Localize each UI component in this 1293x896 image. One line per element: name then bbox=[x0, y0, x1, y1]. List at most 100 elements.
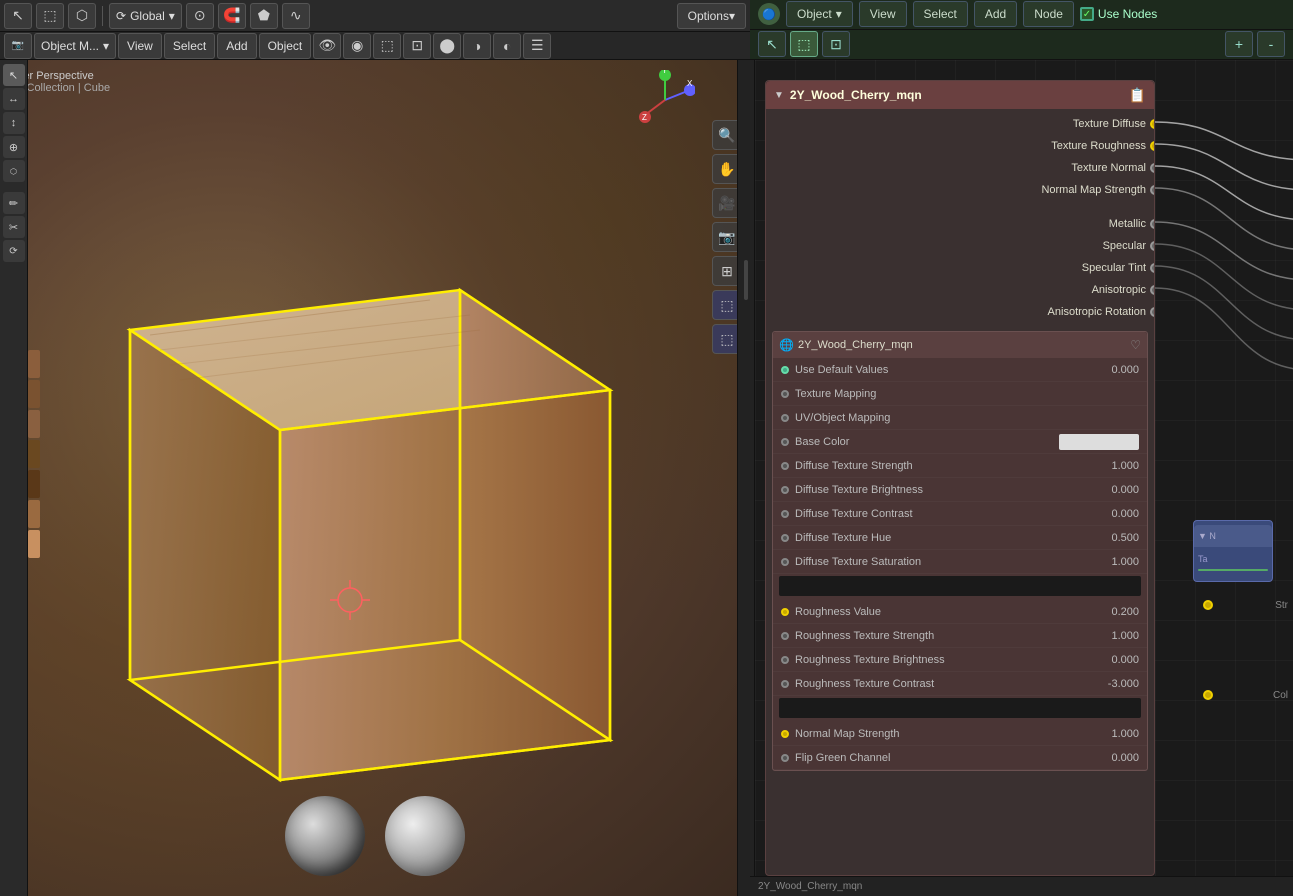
right-tool2[interactable]: ⬚ bbox=[790, 31, 818, 57]
object-caret: ▾ bbox=[836, 7, 842, 21]
node-editor[interactable]: ▼ 2Y_Wood_Cherry_mqn 📋 Texture Diffuse T… bbox=[755, 60, 1293, 876]
metallic-label: Metallic bbox=[1109, 218, 1146, 230]
right-node-btn[interactable]: Node bbox=[1023, 1, 1074, 27]
diff-hue-socket bbox=[781, 534, 789, 542]
viewport-toolbar2: 📷 Object M... ▾ View Select Add Object 👁… bbox=[0, 32, 750, 60]
base-color-swatch[interactable] bbox=[1059, 434, 1139, 450]
right-tool1[interactable]: ↖ bbox=[758, 31, 786, 57]
object-mode-dropdown[interactable]: Object M... ▾ bbox=[34, 33, 116, 59]
roughness-value-label: Roughness Value bbox=[795, 606, 1089, 618]
prop-texture-mapping[interactable]: Texture Mapping bbox=[773, 382, 1147, 406]
extra-btn[interactable]: ☰ bbox=[523, 33, 551, 59]
str-label: Str bbox=[1275, 600, 1288, 611]
render-preview-btn[interactable]: ◐ bbox=[493, 33, 521, 59]
left-tool-5[interactable]: ⬡ bbox=[3, 160, 25, 182]
select-label: Select bbox=[173, 39, 206, 53]
prop-flip-green[interactable]: Flip Green Channel 0.000 bbox=[773, 746, 1147, 770]
texture-roughness-socket[interactable] bbox=[1150, 141, 1155, 151]
transform-dropdown[interactable]: ⟳ Global ▾ bbox=[109, 3, 182, 29]
rough-strength-socket bbox=[781, 632, 789, 640]
prop-diff-saturation[interactable]: Diffuse Texture Saturation 1.000 bbox=[773, 550, 1147, 574]
object-btn[interactable]: Object bbox=[259, 33, 312, 59]
view-btn[interactable]: View bbox=[118, 33, 162, 59]
prop-diff-contrast[interactable]: Diffuse Texture Contrast 0.000 bbox=[773, 502, 1147, 526]
object-dropdown[interactable]: Object ▾ bbox=[786, 1, 853, 27]
right-zoom-out[interactable]: - bbox=[1257, 31, 1285, 57]
prop-rough-strength[interactable]: Roughness Texture Strength 1.000 bbox=[773, 624, 1147, 648]
viewport-shading-btn[interactable]: 👁 bbox=[313, 33, 341, 59]
lasso-select-btn[interactable]: ⬡ bbox=[68, 3, 96, 29]
anisotropic-socket[interactable] bbox=[1150, 285, 1155, 295]
node-collapse-btn[interactable]: ▼ bbox=[774, 90, 784, 101]
prop-rough-contrast[interactable]: Roughness Texture Contrast -3.000 bbox=[773, 672, 1147, 696]
snap-btn[interactable]: 🧲 bbox=[218, 3, 246, 29]
select-box-btn[interactable]: ⬚ bbox=[36, 3, 64, 29]
prop-roughness-value[interactable]: Roughness Value 0.200 bbox=[773, 600, 1147, 624]
left-tool-2[interactable]: ↔ bbox=[3, 88, 25, 110]
left-tool-8[interactable]: ⟳ bbox=[3, 240, 25, 262]
env-preview-sphere bbox=[285, 796, 365, 876]
right-add-btn[interactable]: Add bbox=[974, 1, 1017, 27]
normal-map-strength-out-socket[interactable] bbox=[1150, 185, 1155, 195]
options-btn[interactable]: Options ▾ bbox=[677, 3, 746, 29]
palette-light-tan[interactable] bbox=[28, 530, 40, 558]
left-tool-3[interactable]: ↕ bbox=[3, 112, 25, 134]
texture-normal-socket[interactable] bbox=[1150, 163, 1155, 173]
output-specular-tint: Specular Tint bbox=[766, 257, 1154, 279]
viewport-icon[interactable]: 🔵 bbox=[758, 3, 780, 25]
panel-divider[interactable] bbox=[737, 60, 755, 896]
uv-mapping-label: UV/Object Mapping bbox=[795, 412, 1139, 424]
palette-very-dark[interactable] bbox=[28, 470, 40, 498]
right-select-btn[interactable]: Select bbox=[913, 1, 968, 27]
tool3-btn[interactable]: ∿ bbox=[282, 3, 310, 29]
diff-brightness-label: Diffuse Texture Brightness bbox=[795, 484, 1089, 496]
left-tool-4[interactable]: ⊕ bbox=[3, 136, 25, 158]
wireframe-btn[interactable]: ⊡ bbox=[403, 33, 431, 59]
sub-node-header[interactable]: 🌐 2Y_Wood_Cherry_mqn ♡ bbox=[773, 332, 1147, 358]
anisotropic-rotation-socket[interactable] bbox=[1150, 307, 1155, 317]
prop-use-default[interactable]: Use Default Values 0.000 bbox=[773, 358, 1147, 382]
solid-btn[interactable]: ⬤ bbox=[433, 33, 461, 59]
prop-rough-brightness[interactable]: Roughness Texture Brightness 0.000 bbox=[773, 648, 1147, 672]
node-header[interactable]: ▼ 2Y_Wood_Cherry_mqn 📋 bbox=[766, 81, 1154, 109]
metallic-socket[interactable] bbox=[1150, 219, 1155, 229]
specular-tint-socket[interactable] bbox=[1150, 263, 1155, 273]
specular-socket[interactable] bbox=[1150, 241, 1155, 251]
normal-strength-label: Normal Map Strength bbox=[795, 728, 1089, 740]
prop-diff-strength[interactable]: Diffuse Texture Strength 1.000 bbox=[773, 454, 1147, 478]
texture-diffuse-socket[interactable] bbox=[1150, 119, 1155, 129]
right-edge-col: Col bbox=[1273, 690, 1288, 701]
overlay-btn[interactable]: ◉ bbox=[343, 33, 371, 59]
left-tool-6[interactable]: ✏ bbox=[3, 192, 25, 214]
prop-normal-strength[interactable]: Normal Map Strength 1.000 bbox=[773, 722, 1147, 746]
left-tool-7[interactable]: ✂ bbox=[3, 216, 25, 238]
proportional-btn[interactable]: ⊙ bbox=[186, 3, 214, 29]
palette-brown[interactable] bbox=[28, 350, 40, 378]
transform-icon: ⟳ bbox=[116, 9, 126, 23]
left-tool-1[interactable]: ↖ bbox=[3, 64, 25, 86]
mirror-btn[interactable]: ⬟ bbox=[250, 3, 278, 29]
palette-light-brown[interactable] bbox=[28, 440, 40, 468]
output-anisotropic-rotation: Anisotropic Rotation bbox=[766, 301, 1154, 323]
prop-uv-mapping[interactable]: UV/Object Mapping bbox=[773, 406, 1147, 430]
right-view-label: View bbox=[870, 7, 896, 21]
material-preview-btn[interactable]: ◑ bbox=[463, 33, 491, 59]
use-nodes-label: Use Nodes bbox=[1098, 7, 1157, 21]
add-btn[interactable]: Add bbox=[217, 33, 256, 59]
select-btn[interactable]: Select bbox=[164, 33, 215, 59]
right-zoom-in[interactable]: + bbox=[1225, 31, 1253, 57]
use-nodes-checkbox[interactable]: ✓ Use Nodes bbox=[1080, 7, 1157, 21]
right-view-btn[interactable]: View bbox=[859, 1, 907, 27]
prop-base-color[interactable]: Base Color bbox=[773, 430, 1147, 454]
palette-dark-brown[interactable] bbox=[28, 380, 40, 408]
prop-diff-brightness[interactable]: Diffuse Texture Brightness 0.000 bbox=[773, 478, 1147, 502]
xray-btn[interactable]: ⬚ bbox=[373, 33, 401, 59]
view-label: View bbox=[127, 39, 153, 53]
prop-diff-hue[interactable]: Diffuse Texture Hue 0.500 bbox=[773, 526, 1147, 550]
right-tool3[interactable]: ⊡ bbox=[822, 31, 850, 57]
cursor-tool-btn[interactable]: ↖ bbox=[4, 3, 32, 29]
render-mode-btn[interactable]: 📷 bbox=[4, 33, 32, 59]
divider-handle[interactable] bbox=[744, 260, 748, 300]
viewport[interactable]: User Perspective (1) Collection | Cube X… bbox=[0, 60, 750, 896]
palette-tan[interactable] bbox=[28, 500, 40, 528]
